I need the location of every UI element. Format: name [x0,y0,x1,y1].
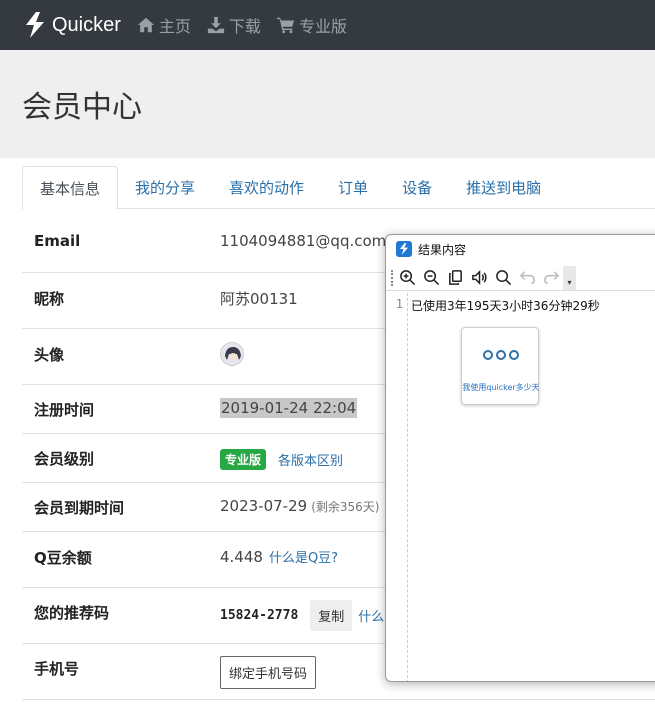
undo-button[interactable] [515,266,539,290]
toolbar-overflow-button[interactable]: ▾ [563,265,576,290]
email-value: 1104094881@qq.com [220,232,387,250]
referral-code: 15824-2778 [220,608,299,623]
nav-home[interactable]: 主页 [137,13,191,37]
tab-bar: 基本信息 我的分享 喜欢的动作 订单 设备 推送到电脑 [22,166,655,210]
brand-name: Quicker [52,13,121,36]
result-toolbar: ▾ [386,265,655,291]
search-icon [495,270,511,286]
page-title: 会员中心 [22,90,142,125]
nav-download-label: 下载 [228,17,261,36]
bind-phone-button[interactable]: 绑定手机号码 [220,656,317,689]
top-navbar: Quicker 主页 下载 专业版 [0,0,655,50]
zoom-in-button[interactable] [395,266,419,290]
speak-button[interactable] [467,266,491,290]
result-text[interactable]: 已使用3年195天3小时36分钟29秒 [411,297,600,314]
copy-button[interactable]: 复制 [310,600,353,631]
nav-home-label: 主页 [158,17,191,36]
what-is-beans-link[interactable]: 什么是Q豆? [269,547,338,566]
remaining-days: (剩余356天) [311,499,380,514]
tab-liked-actions[interactable]: 喜欢的动作 [212,166,321,209]
tab-push-to-pc[interactable]: 推送到电脑 [449,166,558,209]
undo-icon [519,271,535,284]
nav-download[interactable]: 下载 [207,13,261,37]
brand[interactable]: Quicker [24,12,121,38]
result-window: 结果内容 ▾ 1 已使用3年195天3小时36分钟29秒 我使用quicker多… [385,234,655,682]
copy-text-button[interactable] [443,266,467,290]
tab-basic-info[interactable]: 基本信息 [22,166,119,210]
home-icon [137,17,155,33]
line-gutter: 1 [386,293,408,681]
result-window-title: 结果内容 [418,242,467,257]
beans-label: Q豆余额 [34,549,92,567]
page-header: 会员中心 [0,50,655,158]
copy-icon [448,270,462,285]
nav-pro[interactable]: 专业版 [276,13,347,37]
redo-icon [543,271,559,284]
register-value: 2019-01-24 22:04 [220,398,358,418]
zoom-out-icon [423,270,439,286]
line-number: 1 [395,297,403,311]
beans-value: 4.448 [220,547,263,566]
result-editor[interactable]: 1 已使用3年195天3小时36分钟29秒 我使用quicker多少天 [386,293,655,681]
cart-icon [276,17,295,34]
expire-value: 2023-07-29 [220,497,308,515]
referral-label: 您的推荐码 [34,604,110,622]
avatar-label: 头像 [34,346,65,364]
nickname-label: 昵称 [34,290,65,308]
nickname-value: 阿苏00131 [220,290,298,308]
speaker-icon [471,270,487,285]
zoom-out-button[interactable] [419,266,443,290]
version-compare-link[interactable]: 各版本区别 [278,450,343,469]
quicker-bolt-icon [26,12,44,38]
email-label: Email [34,232,81,250]
more-dots-icon [462,350,540,360]
toolbar-grip-icon[interactable] [391,269,393,286]
tab-my-shares[interactable]: 我的分享 [118,166,212,209]
register-label: 注册时间 [34,401,95,419]
avatar[interactable] [220,342,244,366]
level-label: 会员级别 [34,450,95,468]
search-button[interactable] [491,266,515,290]
nav-pro-label: 专业版 [298,17,347,36]
quicker-bolt-icon [396,241,412,257]
result-window-titlebar[interactable]: 结果内容 [386,235,655,263]
expire-label: 会员到期时间 [34,499,125,517]
action-card-caption: 我使用quicker多少天 [462,383,540,392]
action-card[interactable]: 我使用quicker多少天 [461,327,540,405]
download-icon [207,16,225,34]
phone-label: 手机号 [34,660,80,678]
tab-devices[interactable]: 设备 [385,166,449,209]
zoom-in-icon [399,270,415,286]
redo-button[interactable] [539,266,563,290]
referral-help-link[interactable]: 什么 [358,606,384,625]
tab-orders[interactable]: 订单 [321,166,385,209]
pro-badge: 专业版 [220,449,267,470]
